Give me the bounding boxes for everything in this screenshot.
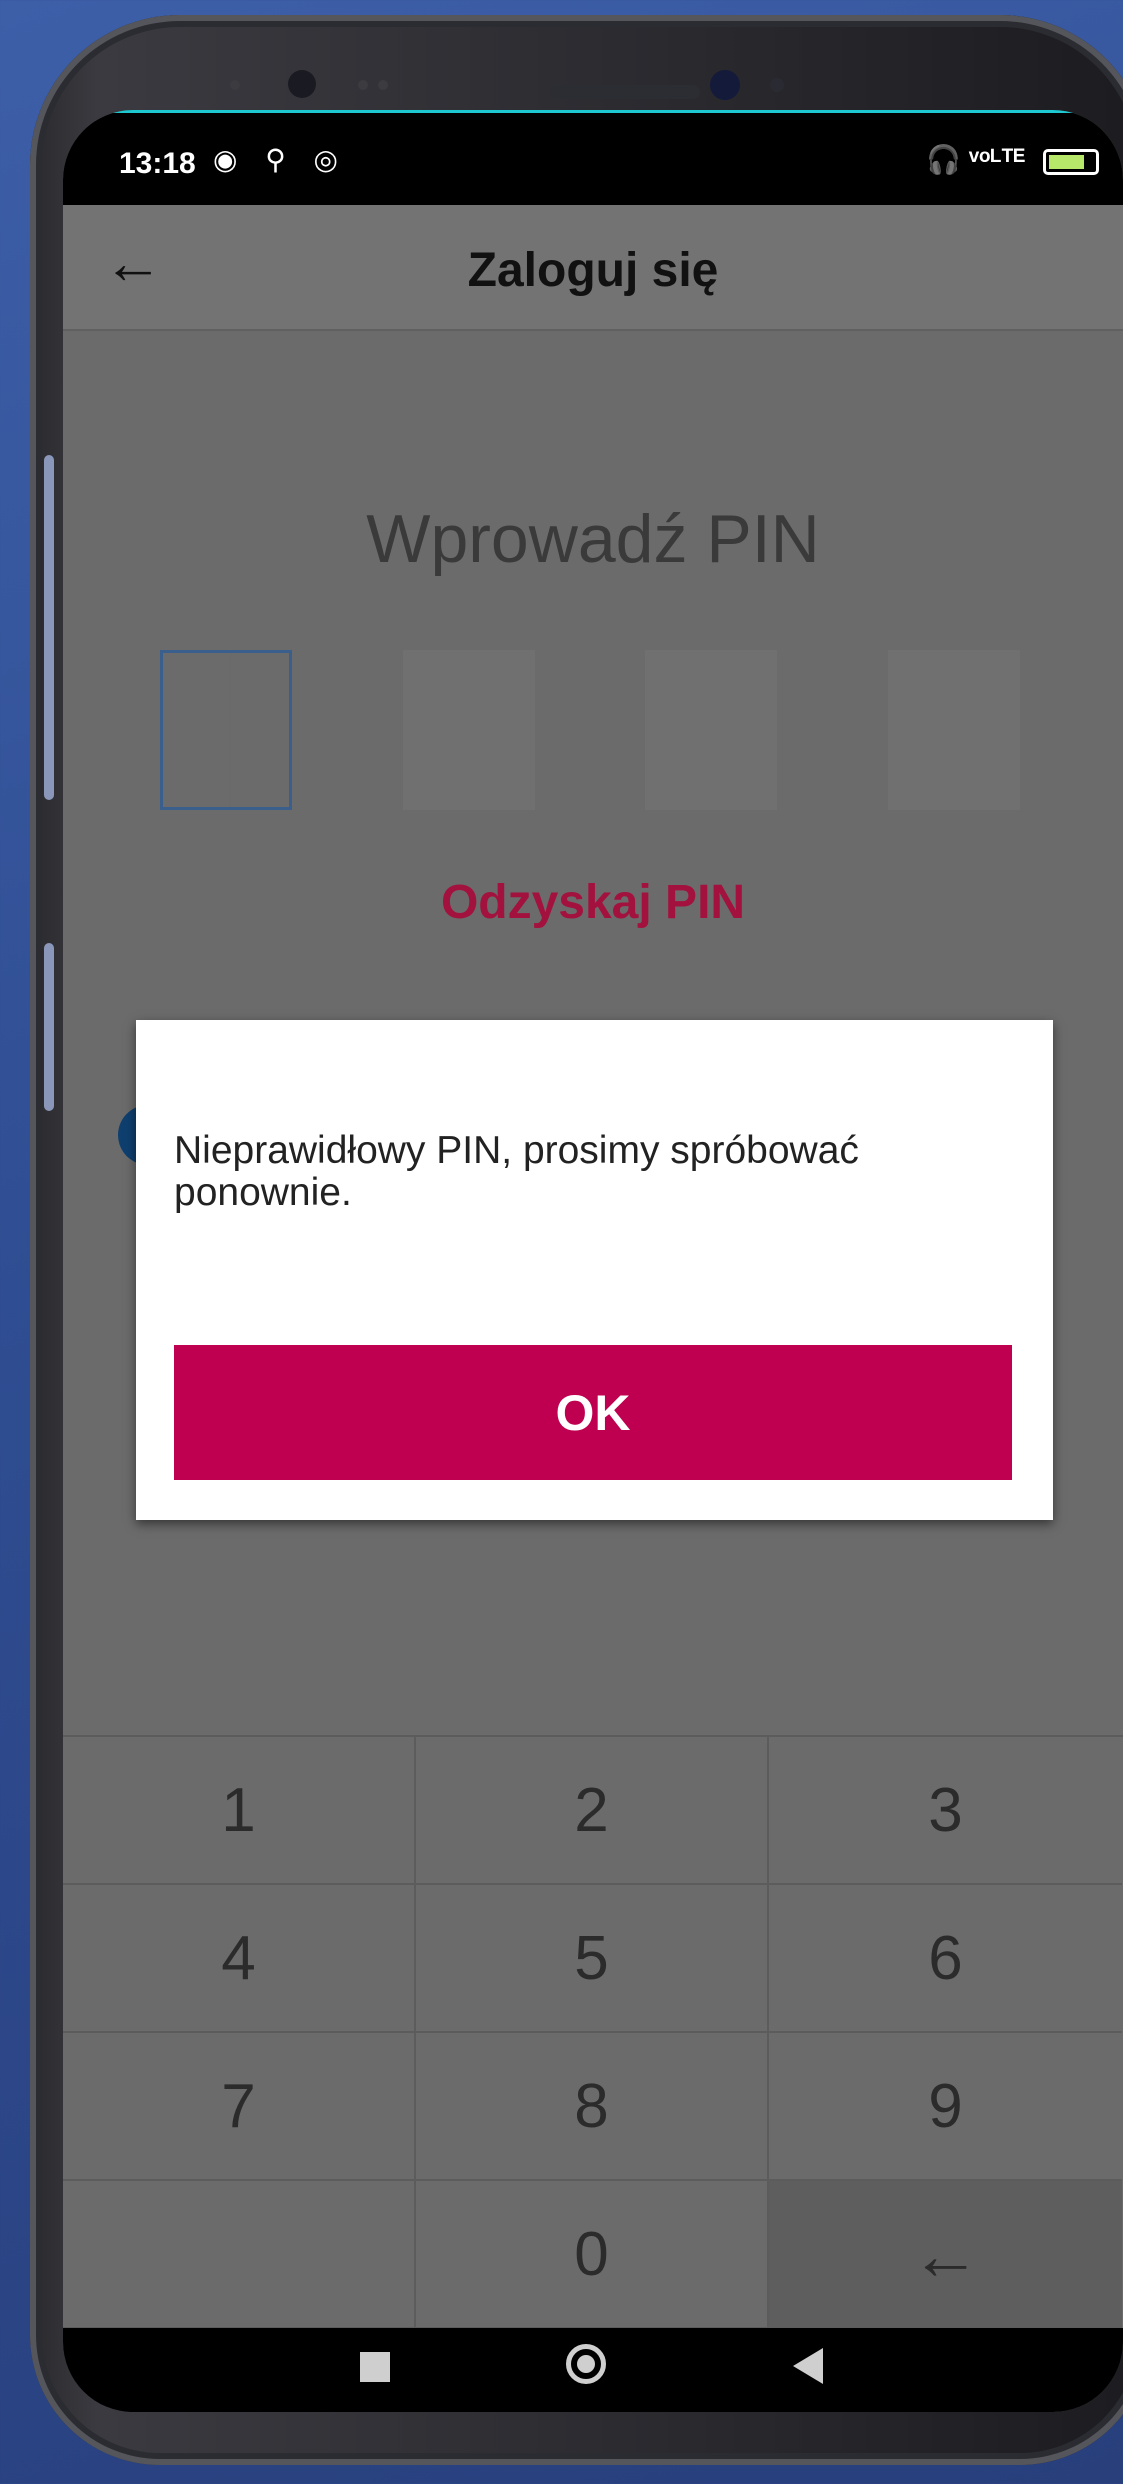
key-2[interactable]: 2 (416, 1737, 769, 1885)
power-button (44, 943, 54, 1111)
ok-button[interactable]: OK (174, 1345, 1012, 1480)
key-5[interactable]: 5 (416, 1885, 769, 2033)
status-bar: 13:18 ◉ ⚲ ◎ 🎧 ᵛᵒᴸᵀᴱ (63, 110, 1123, 205)
phone-screen: 13:18 ◉ ⚲ ◎ 🎧 ᵛᵒᴸᵀᴱ ← Zaloguj się Wprowa… (63, 110, 1123, 2412)
key-0[interactable]: 0 (416, 2181, 769, 2329)
notification-icons: ◉ ⚲ ◎ (213, 144, 348, 175)
home-icon[interactable] (566, 2344, 606, 2384)
key-9[interactable]: 9 (769, 2033, 1122, 2181)
error-dialog: Nieprawidłowy PIN, prosimy spróbować pon… (136, 1020, 1053, 1520)
volume-button (44, 455, 54, 800)
key-1[interactable]: 1 (63, 1737, 416, 1885)
page-title: Zaloguj się (467, 244, 719, 297)
app-bar: ← Zaloguj się (63, 205, 1123, 331)
back-icon[interactable] (793, 2348, 823, 2384)
pin-digit-2[interactable] (403, 650, 535, 810)
battery-icon (1043, 148, 1099, 175)
pin-digit-1[interactable] (160, 650, 292, 810)
key-7[interactable]: 7 (63, 2033, 416, 2181)
pin-digit-3[interactable] (645, 650, 777, 810)
recover-pin-link[interactable]: Odzyskaj PIN (63, 875, 1123, 930)
system-icons: 🎧 ᵛᵒᴸᵀᴱ (926, 143, 1099, 176)
pin-title: Wprowadź PIN (366, 501, 820, 577)
key-6[interactable]: 6 (769, 1885, 1122, 2033)
numeric-keypad: 1 2 3 4 5 6 7 8 9 0 ← (63, 1735, 1123, 2329)
pin-digit-4[interactable] (888, 650, 1020, 810)
backspace-key[interactable]: ← (769, 2181, 1122, 2329)
key-4[interactable]: 4 (63, 1885, 416, 2033)
status-time: 13:18 (119, 147, 196, 180)
key-empty (63, 2181, 416, 2329)
dialog-message: Nieprawidłowy PIN, prosimy spróbować pon… (174, 1129, 859, 1214)
recents-icon[interactable] (360, 2352, 390, 2382)
system-nav-bar (63, 2328, 1123, 2412)
signal-icon: 🎧 ᵛᵒᴸᵀᴱ (926, 144, 1026, 175)
key-8[interactable]: 8 (416, 2033, 769, 2181)
key-3[interactable]: 3 (769, 1737, 1122, 1885)
earpiece-speaker (550, 85, 700, 99)
